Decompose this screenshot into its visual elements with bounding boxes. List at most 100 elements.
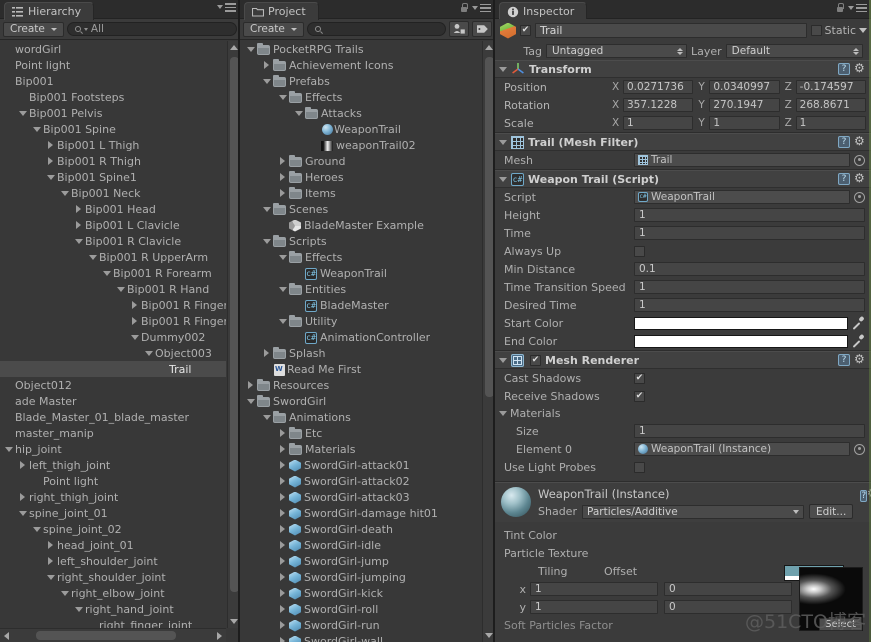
tree-row[interactable]: hip_joint (0, 441, 226, 457)
tree-row[interactable]: Bip001 (0, 73, 226, 89)
tree-twisty-expanded[interactable] (292, 110, 305, 116)
eyedropper-icon[interactable] (851, 316, 865, 330)
tree-row[interactable]: Bip001 Spine (0, 121, 226, 137)
tree-row[interactable]: SwordGirl-death (240, 521, 482, 537)
help-icon[interactable]: ? (860, 490, 868, 502)
tree-twisty-expanded[interactable] (244, 46, 257, 52)
tree-twisty-collapsed[interactable] (276, 621, 289, 629)
tree-twisty-collapsed[interactable] (276, 605, 289, 613)
tree-twisty-collapsed[interactable] (44, 157, 57, 165)
tree-row[interactable]: Entities (240, 281, 482, 297)
panel-menu-icon[interactable] (217, 3, 236, 12)
tree-row[interactable]: right_shoulder_joint (0, 569, 226, 585)
tree-row[interactable]: Bip001 R Forearm (0, 265, 226, 281)
tree-row[interactable]: right_hand_joint (0, 601, 226, 617)
tree-twisty-expanded[interactable] (58, 190, 71, 196)
component-header-mesh-renderer[interactable]: Mesh Renderer ? (495, 351, 871, 369)
tree-twisty-collapsed[interactable] (276, 509, 289, 517)
tree-twisty-collapsed[interactable] (276, 173, 289, 181)
help-icon[interactable]: ? (838, 354, 850, 366)
tree-twisty-collapsed[interactable] (276, 429, 289, 437)
offset-x-field[interactable]: 0 (664, 582, 792, 596)
tree-row[interactable]: WeaponTrail (240, 121, 482, 137)
tree-twisty-expanded[interactable] (44, 174, 57, 180)
tree-row[interactable]: Blade_Master_01_blade_master (0, 409, 226, 425)
tree-row[interactable]: Etc (240, 425, 482, 441)
filter-by-label-button[interactable] (472, 21, 492, 37)
panel-menu-icon[interactable] (472, 3, 491, 13)
tree-twisty-expanded[interactable] (86, 254, 99, 260)
tree-row[interactable]: Bip001 R Finger0 (0, 297, 226, 313)
tree-row[interactable]: Dummy002 (0, 329, 226, 345)
tree-row[interactable]: Read Me First (240, 361, 482, 377)
tree-row[interactable]: right_finger_joint (0, 617, 226, 629)
foldout-icon[interactable] (499, 139, 507, 145)
gear-icon[interactable] (854, 134, 866, 148)
materials-element0-field[interactable]: WeaponTrail (Instance) (634, 442, 850, 456)
hierarchy-tab-options[interactable] (217, 3, 236, 12)
tree-twisty-expanded[interactable] (58, 590, 71, 596)
tree-twisty-expanded[interactable] (100, 270, 113, 276)
project-tab-options[interactable] (460, 3, 491, 13)
static-dropdown-icon[interactable] (859, 28, 867, 33)
hierarchy-horizontal-scrollbar[interactable] (0, 628, 226, 642)
component-header-transform[interactable]: Transform ? (495, 60, 871, 78)
tree-row[interactable]: Ground (240, 153, 482, 169)
texture-select-button[interactable]: Select (819, 618, 862, 631)
tab-project[interactable]: Project (244, 2, 319, 20)
tree-row[interactable]: Effects (240, 249, 482, 265)
tree-row[interactable]: Materials (240, 441, 482, 457)
tree-row[interactable]: right_thigh_joint (0, 489, 226, 505)
tree-row[interactable]: c# AnimationController (240, 329, 482, 345)
tree-row[interactable]: Attacks (240, 105, 482, 121)
tree-row[interactable]: SwordGirl-run (240, 617, 482, 633)
tree-twisty-collapsed[interactable] (72, 221, 85, 229)
receive-shadows-checkbox[interactable] (634, 390, 645, 402)
tree-row[interactable]: left_shoulder_joint (0, 553, 226, 569)
field-value[interactable]: 1 (634, 226, 865, 240)
help-icon[interactable]: ? (838, 63, 850, 75)
axis-field-y[interactable]: 1 (709, 116, 780, 130)
tree-row[interactable]: Bip001 Neck (0, 185, 226, 201)
shader-edit-button[interactable]: Edit... (808, 504, 854, 519)
tree-row[interactable]: master_manip (0, 425, 226, 441)
tree-row[interactable]: SwordGirl-wall (240, 633, 482, 642)
tree-twisty-collapsed[interactable] (276, 189, 289, 197)
offset-y-field[interactable]: 0 (664, 600, 792, 614)
tree-row[interactable]: c# WeaponTrail (240, 265, 482, 281)
tree-row[interactable]: ade Master (0, 393, 226, 409)
tree-twisty-collapsed[interactable] (260, 349, 273, 357)
materials-size-field[interactable]: 1 (634, 424, 865, 438)
field-checkbox[interactable] (634, 245, 645, 257)
mesh-renderer-enabled-checkbox[interactable] (530, 354, 541, 366)
tree-row[interactable]: Bip001 L Thigh (0, 137, 226, 153)
tree-row[interactable]: c# BladeMaster (240, 297, 482, 313)
shader-dropdown[interactable]: Particles/Additive (581, 504, 804, 519)
tree-twisty-collapsed[interactable] (44, 141, 57, 149)
tree-row[interactable]: Animations (240, 409, 482, 425)
axis-field-x[interactable]: 357.1228 (623, 98, 694, 112)
tree-row[interactable]: Bip001 R Clavicle (0, 233, 226, 249)
component-header-weapon-trail[interactable]: c# Weapon Trail (Script) ? (495, 170, 871, 188)
component-header-mesh-filter[interactable]: Trail (Mesh Filter) ? (495, 133, 871, 151)
tree-twisty-expanded[interactable] (260, 78, 273, 84)
tree-row[interactable]: Utility (240, 313, 482, 329)
tree-row[interactable]: Object012 (0, 377, 226, 393)
tree-twisty-collapsed[interactable] (16, 461, 29, 469)
tree-twisty-expanded[interactable] (276, 318, 289, 324)
tree-row-selected[interactable]: Trail (0, 361, 226, 377)
tree-row[interactable]: SwordGirl-idle (240, 537, 482, 553)
field-value[interactable]: 0.1 (634, 262, 865, 276)
project-search-input[interactable] (306, 22, 446, 36)
tiling-y-field[interactable]: 1 (530, 600, 658, 614)
tree-twisty-expanded[interactable] (16, 510, 29, 516)
hierarchy-create-button[interactable]: Create (3, 21, 64, 37)
help-icon[interactable]: ? (838, 136, 850, 148)
tree-twisty-expanded[interactable] (114, 286, 127, 292)
tree-row[interactable]: wordGirl (0, 41, 226, 57)
tree-twisty-expanded[interactable] (30, 126, 43, 132)
material-picker-button[interactable] (854, 443, 865, 455)
tree-twisty-collapsed[interactable] (44, 557, 57, 565)
axis-field-z[interactable]: 1 (795, 116, 866, 130)
tree-row[interactable]: Point light (0, 57, 226, 73)
